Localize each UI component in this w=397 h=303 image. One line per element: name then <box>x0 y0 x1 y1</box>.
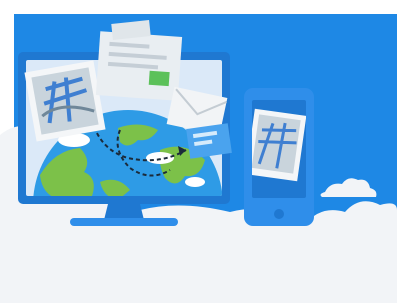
sync-illustration <box>0 0 397 303</box>
phone-icon <box>244 88 314 226</box>
map-photo-icon <box>24 60 106 142</box>
